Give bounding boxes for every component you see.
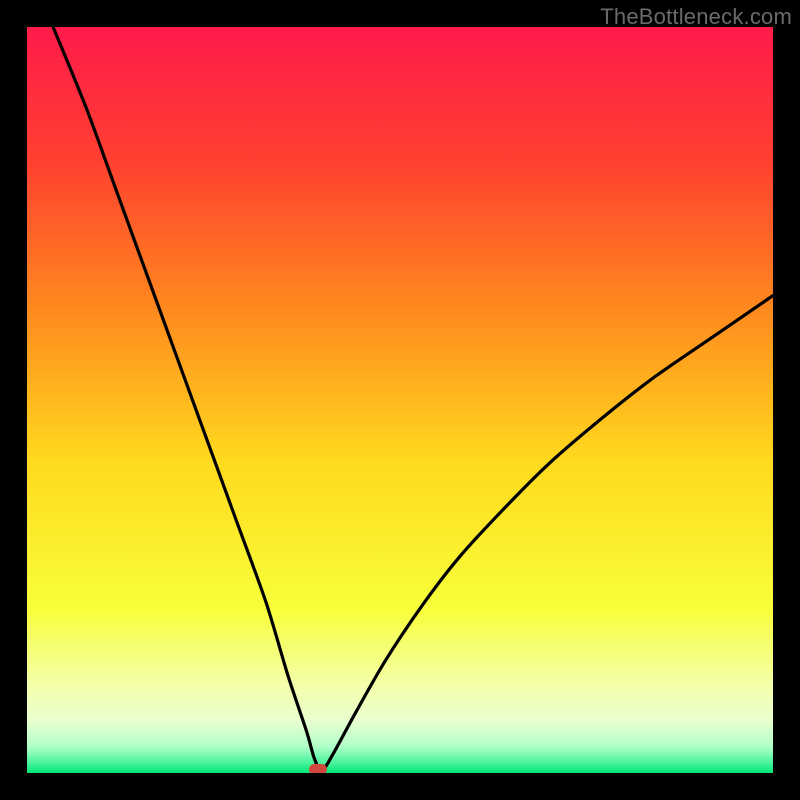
minimum-marker — [309, 764, 327, 773]
plot-area — [27, 27, 773, 773]
chart-frame: TheBottleneck.com — [0, 0, 800, 800]
bottleneck-chart — [27, 27, 773, 773]
gradient-background — [27, 27, 773, 773]
watermark-text: TheBottleneck.com — [600, 4, 792, 30]
